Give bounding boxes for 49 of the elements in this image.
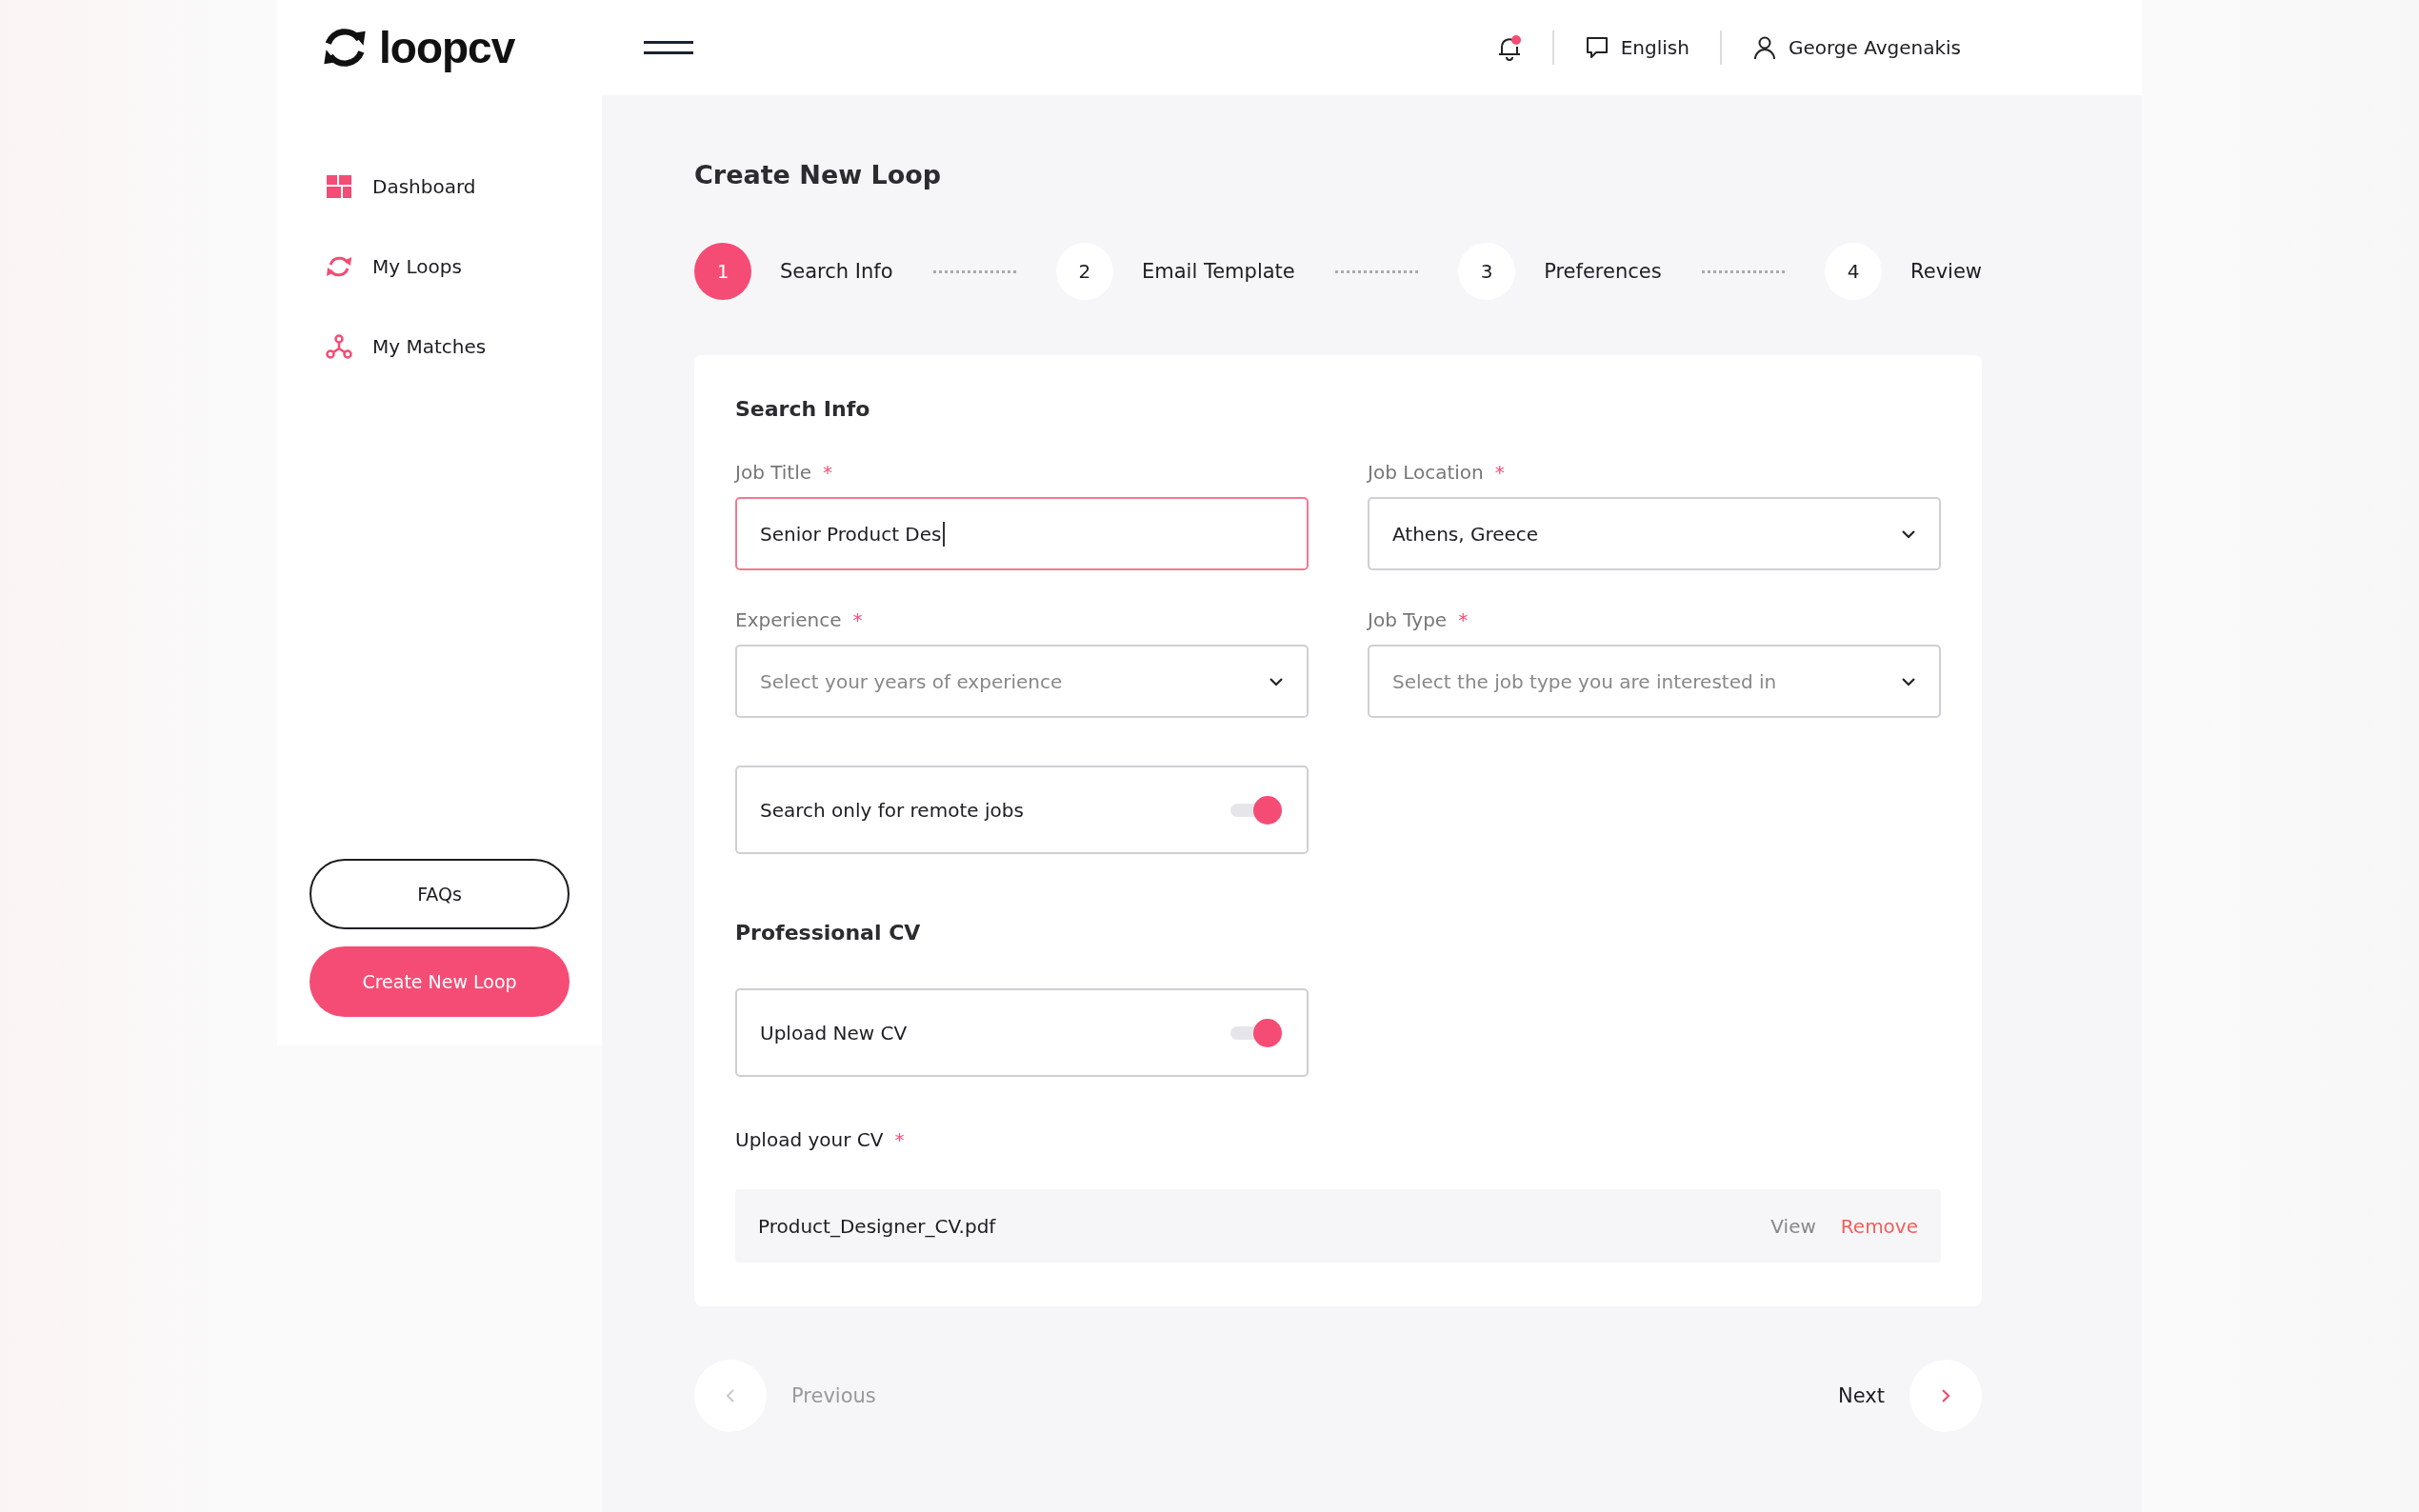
user-icon — [1751, 35, 1777, 60]
logo-text: loopcv — [379, 22, 515, 73]
chevron-down-icon — [1269, 676, 1284, 686]
sidebar-item[interactable]: My Matches — [325, 331, 570, 362]
section-title: Search Info — [735, 397, 871, 421]
field-label: Upload your CV — [735, 1128, 884, 1151]
next-label[interactable]: Next — [1838, 1384, 1885, 1407]
dashboard-icon — [325, 175, 353, 198]
section-title: Professional CV — [735, 921, 922, 945]
language-selector[interactable]: English — [1584, 35, 1689, 60]
step-label[interactable]: Search Info — [780, 260, 893, 283]
field-label: Experience — [735, 608, 842, 631]
chat-icon — [1584, 35, 1609, 60]
nodes-icon — [325, 334, 353, 359]
faq-button[interactable]: FAQs — [310, 859, 570, 929]
user-menu[interactable]: George Avgenakis — [1751, 35, 1961, 60]
chevron-right-icon — [1941, 1388, 1950, 1403]
sidebar-item[interactable]: My Loops — [325, 251, 570, 282]
toggle-label: Upload New CV — [760, 1021, 908, 1044]
select-field[interactable]: Select the job type you are interested in — [1368, 645, 1941, 718]
toggle-label: Search only for remote jobs — [760, 798, 1024, 822]
required-mark: * — [823, 461, 833, 484]
required-mark: * — [1458, 608, 1469, 631]
chevron-left-icon — [726, 1388, 735, 1403]
chevron-down-icon — [1901, 676, 1916, 686]
toggle-switch[interactable] — [1230, 795, 1282, 825]
select-field[interactable]: Select your years of experience — [735, 645, 1309, 718]
step-label[interactable]: Review — [1910, 260, 1982, 283]
step-number[interactable]: 4 — [1825, 243, 1883, 300]
step-number[interactable]: 2 — [1056, 243, 1113, 300]
select-field[interactable]: Athens, Greece — [1368, 497, 1941, 570]
field-label: Job Title — [735, 461, 812, 484]
refresh-icon — [325, 254, 353, 279]
required-mark: * — [894, 1128, 905, 1151]
field-label: Job Type — [1368, 608, 1448, 631]
file-name: Product_Designer_CV.pdf — [758, 1214, 996, 1238]
required-mark: * — [852, 608, 863, 631]
page-title: Create New Loop — [694, 159, 943, 189]
toggle-switch[interactable] — [1230, 1018, 1282, 1047]
step-number[interactable]: 3 — [1458, 243, 1516, 300]
step-label[interactable]: Preferences — [1544, 260, 1662, 283]
chevron-down-icon — [1901, 528, 1916, 539]
bell-icon[interactable] — [1496, 34, 1522, 61]
field-label: Job Location — [1368, 461, 1484, 484]
sidebar-item[interactable]: Dashboard — [325, 171, 570, 202]
required-mark: * — [1494, 461, 1505, 484]
step-label[interactable]: Email Template — [1142, 260, 1295, 283]
menu-icon[interactable] — [644, 41, 693, 54]
job-title-field[interactable]: Senior Product Des — [735, 497, 1309, 570]
